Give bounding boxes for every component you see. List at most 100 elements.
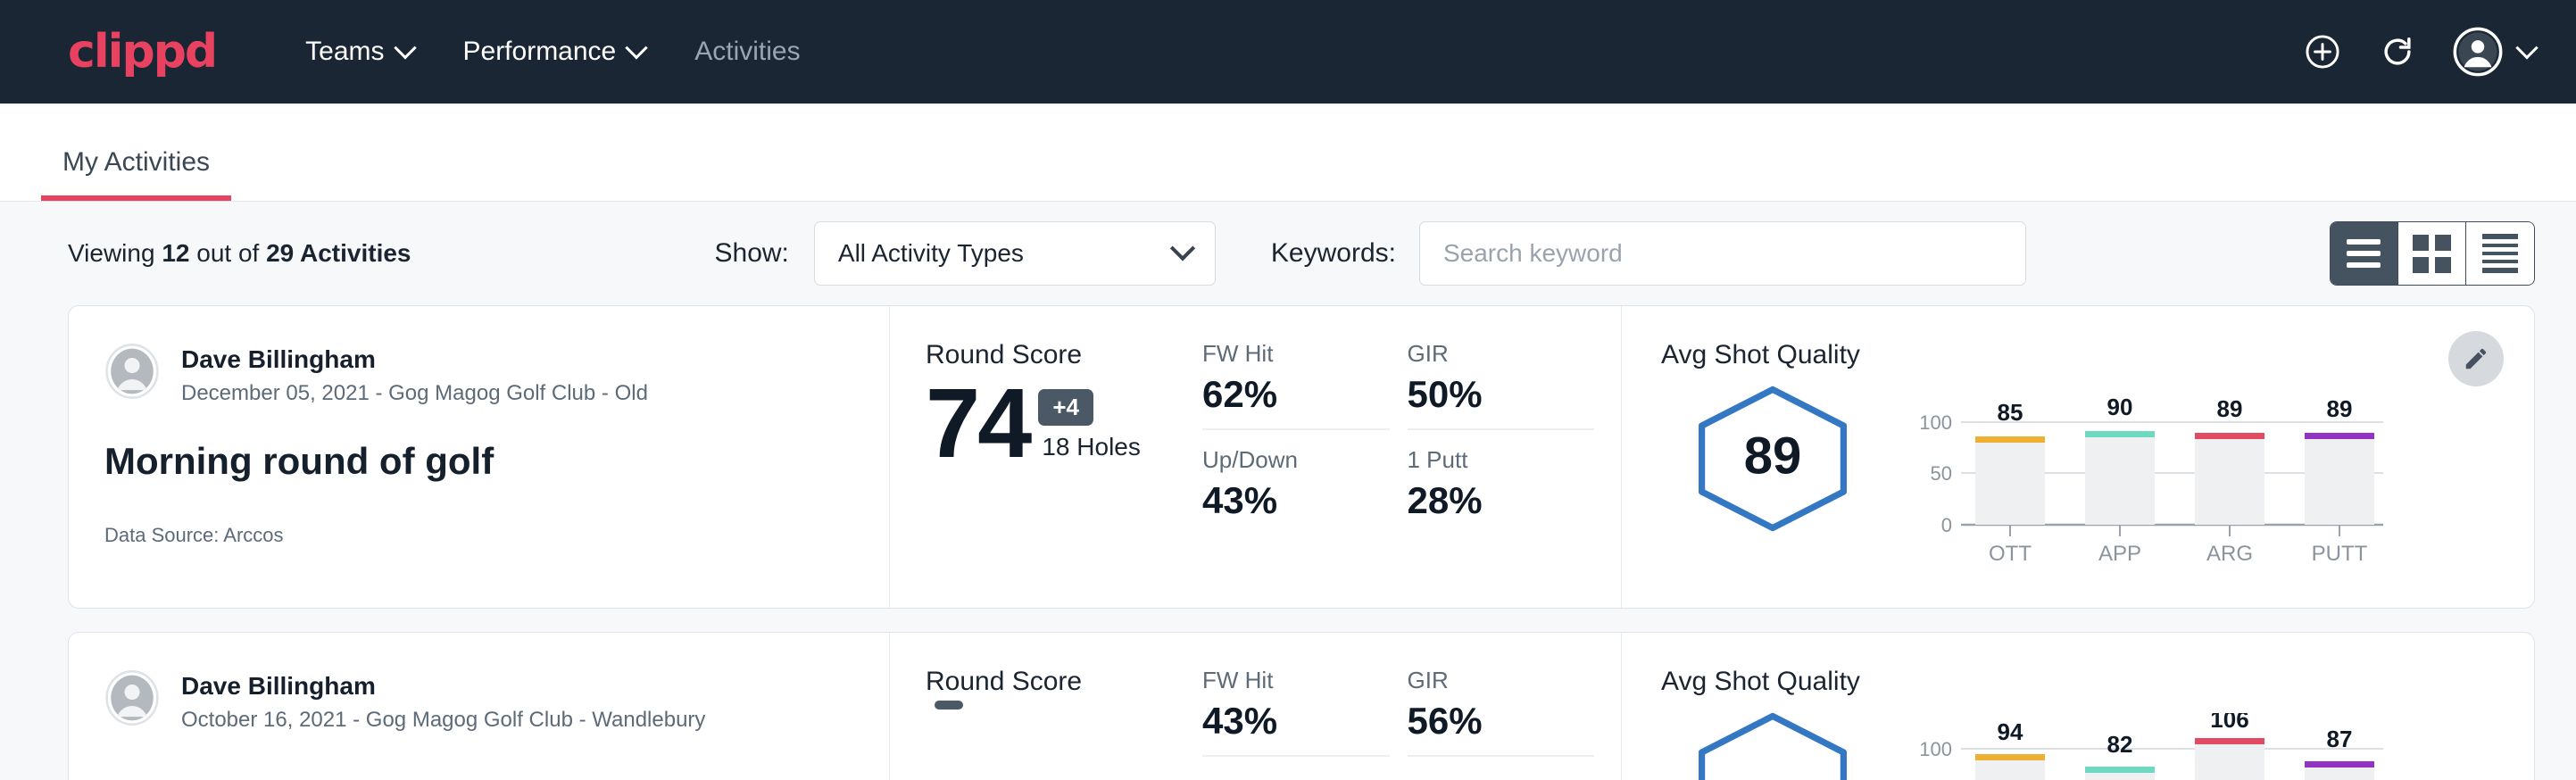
- avatar: [104, 344, 160, 399]
- stat-fw-hit: FW Hit 62%: [1202, 340, 1390, 430]
- stat-gir: GIR 50%: [1408, 340, 1595, 430]
- stat-fw-hit: FW Hit 43%: [1202, 667, 1390, 757]
- chevron-down-icon: [626, 37, 648, 59]
- round-score-row: [926, 701, 1202, 734]
- app-logo[interactable]: clippd: [68, 25, 216, 79]
- shot-quality-bar-chart: 100 50 0 85 OTT 90 APP: [1897, 379, 2397, 569]
- viewing-prefix: Viewing: [68, 239, 162, 267]
- avg-shot-quality-label: Avg Shot Quality: [1661, 667, 2534, 697]
- avg-shot-quality-hexagon: 89: [1661, 379, 1884, 533]
- stat-fw-hit-value: 62%: [1202, 373, 1363, 416]
- svg-text:89: 89: [2217, 395, 2243, 422]
- svg-text:0: 0: [1941, 514, 1952, 536]
- activity-title: Morning round of golf: [104, 440, 853, 483]
- svg-text:89: 89: [2327, 395, 2353, 422]
- shot-quality-bar-chart: 100 50 0 94 OTT 82 APP 106: [1897, 706, 2397, 780]
- activity-info-column: Dave Billingham December 05, 2021 - Gog …: [69, 306, 890, 608]
- avg-shot-quality-label: Avg Shot Quality: [1661, 340, 2534, 370]
- tab-my-activities-label: My Activities: [62, 147, 210, 177]
- score-differential-badge: +4: [1038, 389, 1093, 426]
- nav-item-performance-label: Performance: [463, 37, 617, 67]
- score-differential-badge: [935, 701, 963, 709]
- svg-text:94: 94: [1998, 718, 2023, 745]
- nav-item-activities-label: Activities: [694, 37, 800, 67]
- svg-text:APP: APP: [2098, 542, 2141, 565]
- stats-grid: FW Hit 43% GIR 56%: [1202, 633, 1622, 780]
- viewing-count: 12: [162, 239, 189, 267]
- svg-text:50: 50: [1931, 462, 1952, 485]
- svg-text:100: 100: [1919, 738, 1952, 760]
- viewing-total: 29 Activities: [266, 239, 411, 267]
- list-view-icon: [2347, 239, 2381, 268]
- player-row: Dave Billingham October 16, 2021 - Gog M…: [104, 670, 853, 733]
- activity-type-select-value: All Activity Types: [838, 239, 1024, 268]
- stat-gir-label: GIR: [1408, 340, 1568, 368]
- chevron-down-icon: [2515, 37, 2538, 59]
- account-menu[interactable]: [2453, 27, 2535, 77]
- avatar: [104, 670, 160, 726]
- view-mode-grid[interactable]: [2398, 222, 2466, 285]
- activity-info-column: Dave Billingham October 16, 2021 - Gog M…: [69, 633, 890, 780]
- player-row: Dave Billingham December 05, 2021 - Gog …: [104, 344, 853, 406]
- refresh-icon[interactable]: [2378, 32, 2417, 71]
- activity-meta: October 16, 2021 - Gog Magog Golf Club -…: [181, 708, 705, 733]
- filter-toolbar: Viewing 12 out of 29 Activities Show: Al…: [0, 202, 2576, 305]
- edit-activity-button[interactable]: [2448, 331, 2504, 386]
- stat-gir-value: 50%: [1408, 373, 1568, 416]
- top-navbar: clippd Teams Performance Activities: [0, 0, 2576, 104]
- svg-text:90: 90: [2107, 394, 2133, 420]
- player-name: Dave Billingham: [181, 672, 705, 701]
- round-score-value: 74: [926, 374, 1029, 474]
- stat-up-down-label: Up/Down: [1202, 446, 1363, 474]
- activity-card[interactable]: Dave Billingham October 16, 2021 - Gog M…: [68, 632, 2535, 780]
- grid-view-icon: [2413, 235, 2451, 273]
- bar-chart-svg: 100 50 0 94 OTT 82 APP 106: [1897, 713, 2397, 780]
- chevron-down-icon: [1170, 236, 1195, 261]
- viewing-count-text: Viewing 12 out of 29 Activities: [68, 239, 411, 268]
- svg-text:85: 85: [1998, 399, 2023, 426]
- activity-type-select[interactable]: All Activity Types: [814, 221, 1216, 286]
- view-mode-group: [2330, 221, 2535, 286]
- view-mode-list[interactable]: [2331, 222, 2398, 285]
- view-mode-compact[interactable]: [2466, 222, 2534, 285]
- holes-played: 18 Holes: [1042, 433, 1141, 461]
- activity-meta: December 05, 2021 - Gog Magog Golf Club …: [181, 381, 648, 406]
- nav-item-teams[interactable]: Teams: [305, 37, 412, 67]
- round-score-label: Round Score: [926, 340, 1202, 370]
- svg-text:106: 106: [2210, 713, 2248, 733]
- search-field-wrapper[interactable]: [1419, 221, 2026, 286]
- account-avatar-icon: [2453, 27, 2503, 77]
- keywords-label: Keywords:: [1271, 238, 1396, 269]
- svg-text:87: 87: [2327, 726, 2353, 752]
- compact-view-icon: [2482, 234, 2518, 273]
- round-score-label: Round Score: [926, 667, 1202, 697]
- stat-1-putt-label: 1 Putt: [1408, 446, 1568, 474]
- stat-up-down-value: 43%: [1202, 479, 1363, 522]
- chevron-down-icon: [394, 37, 416, 59]
- stat-fw-hit-label: FW Hit: [1202, 667, 1363, 694]
- search-input[interactable]: [1443, 239, 2002, 268]
- round-score-column: Round Score: [890, 633, 1202, 780]
- activity-card-list: Dave Billingham December 05, 2021 - Gog …: [0, 305, 2576, 780]
- stats-grid: FW Hit 62% GIR 50% Up/Down 43% 1 Putt 28…: [1202, 306, 1622, 608]
- stat-gir: GIR 56%: [1408, 667, 1595, 757]
- stat-gir-value: 56%: [1408, 700, 1568, 743]
- svg-text:82: 82: [2107, 731, 2133, 758]
- round-score-row: 74 +4 18 Holes: [926, 374, 1202, 474]
- stat-fw-hit-label: FW Hit: [1202, 340, 1363, 368]
- nav-item-activities[interactable]: Activities: [694, 37, 800, 67]
- stat-1-putt: 1 Putt 28%: [1408, 446, 1595, 522]
- plus-circle-icon[interactable]: [2303, 32, 2342, 71]
- tab-my-activities[interactable]: My Activities: [41, 147, 231, 201]
- nav-item-performance[interactable]: Performance: [463, 37, 645, 67]
- viewing-mid: out of: [189, 239, 266, 267]
- stat-fw-hit-value: 43%: [1202, 700, 1363, 743]
- round-score-column: Round Score 74 +4 18 Holes: [890, 306, 1202, 608]
- activity-card[interactable]: Dave Billingham December 05, 2021 - Gog …: [68, 305, 2535, 609]
- avg-shot-quality-hexagon: [1661, 706, 1884, 780]
- show-label: Show:: [715, 238, 789, 269]
- pencil-icon: [2463, 345, 2489, 372]
- nav-item-teams-label: Teams: [305, 37, 384, 67]
- player-name: Dave Billingham: [181, 345, 648, 374]
- tab-bar: My Activities: [0, 104, 2576, 202]
